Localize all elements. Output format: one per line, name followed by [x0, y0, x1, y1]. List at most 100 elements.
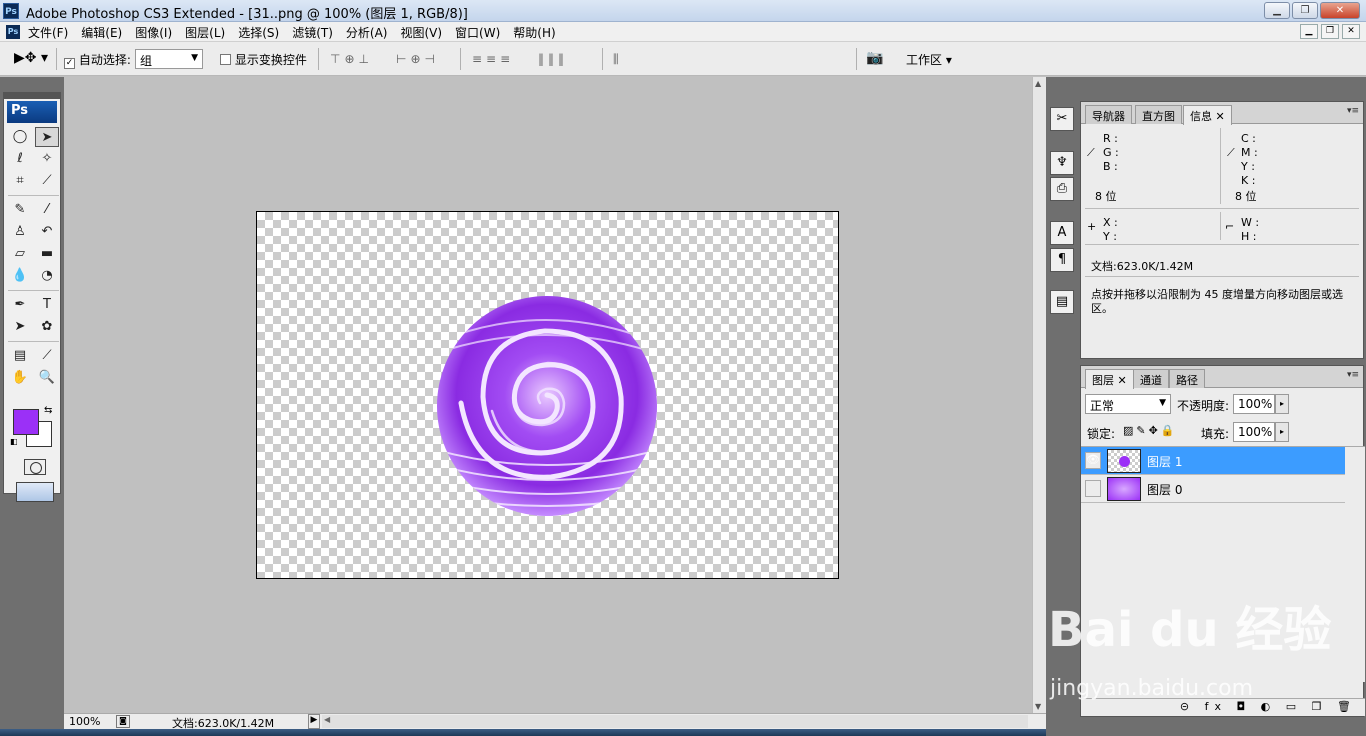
brushes-icon[interactable]: ♆ [1050, 151, 1074, 175]
character-icon[interactable]: A [1050, 221, 1074, 245]
quick-mask-button[interactable] [24, 459, 46, 475]
menu-view[interactable]: 视图(V) [400, 24, 442, 41]
notes-tool-icon[interactable]: ▤ [8, 346, 32, 366]
bridge-icon[interactable]: 📷 [866, 50, 883, 66]
lock-icons[interactable]: ▨✎✥🔒 [1123, 424, 1178, 437]
tab-layers[interactable]: 图层 ✕ [1085, 369, 1134, 389]
panel-menu-icon[interactable]: ▾≡ [1347, 370, 1359, 380]
visibility-eye-icon[interactable]: 👁 [1085, 452, 1101, 469]
pen-tool-icon[interactable]: ✒ [8, 295, 32, 315]
window-title: Adobe Photoshop CS3 Extended - [31..png … [26, 7, 468, 22]
dodge-tool-icon[interactable]: ◔ [35, 266, 59, 286]
type-tool-icon[interactable]: T [35, 295, 59, 315]
doc-close-button[interactable]: ✕ [1342, 24, 1360, 39]
blur-tool-icon[interactable]: 💧 [8, 266, 32, 286]
zoom-tool-icon[interactable]: 🔍 [35, 368, 59, 388]
close-button[interactable]: ✕ [1320, 2, 1360, 19]
lasso-tool-icon[interactable]: ℓ [8, 149, 32, 169]
default-colors-icon[interactable]: ◧ [10, 437, 18, 446]
crop-tool-icon[interactable]: ⌗ [8, 171, 32, 191]
slice-tool-icon[interactable]: ⟋ [35, 171, 59, 191]
hand-tool-icon[interactable]: ✋ [8, 368, 32, 388]
menu-bar: Ps 文件(F) 编辑(E) 图像(I) 图层(L) 选择(S) 滤镜(T) 分… [0, 22, 1366, 42]
align-vertical-buttons[interactable]: ⊤⊕⊥ [330, 52, 373, 66]
layer-row-0[interactable]: 图层 0 [1081, 475, 1345, 503]
eyedropper-tool-icon[interactable]: ⟋ [35, 346, 59, 366]
visibility-toggle[interactable] [1085, 480, 1101, 497]
baidu-watermark-url: jingyan.baidu.com [1050, 676, 1254, 701]
fill-slider-toggle[interactable]: ▸ [1275, 422, 1289, 442]
tab-paths[interactable]: 路径 [1169, 369, 1205, 388]
menu-analysis[interactable]: 分析(A) [346, 24, 388, 41]
move-tool-icon[interactable]: ➤ [35, 127, 59, 147]
screen-mode-button[interactable] [16, 482, 54, 502]
gradient-tool-icon[interactable]: ▬ [35, 244, 59, 264]
scroll-up-icon[interactable]: ▲ [1035, 79, 1041, 88]
clone-stamp-tool-icon[interactable]: ♙ [8, 222, 32, 242]
opacity-input[interactable]: 100% [1233, 394, 1275, 414]
move-tool-preset-icon[interactable]: ▶✥ ▾ [14, 50, 48, 66]
healing-brush-tool-icon[interactable]: ✎ [8, 200, 32, 220]
status-menu-arrow-icon[interactable]: ▶ [308, 714, 320, 729]
doc-minimize-button[interactable]: ▁ [1300, 24, 1318, 39]
align-horizontal-buttons[interactable]: ⊢⊕⊣ [396, 52, 439, 66]
tool-presets-icon[interactable]: ✂ [1050, 107, 1074, 131]
opacity-slider-toggle[interactable]: ▸ [1275, 394, 1289, 414]
scroll-down-icon[interactable]: ▼ [1035, 702, 1041, 711]
show-transform-checkbox[interactable]: 显示变换控件 [220, 51, 307, 68]
history-brush-tool-icon[interactable]: ↶ [35, 222, 59, 242]
fill-input[interactable]: 100% [1233, 422, 1275, 442]
maximize-button[interactable]: ❐ [1292, 2, 1318, 19]
checkbox-icon[interactable]: ✓ [64, 58, 75, 69]
document-icon[interactable]: Ps [6, 25, 20, 39]
zoom-level[interactable]: 100% [69, 715, 100, 728]
g-label: G : [1103, 146, 1119, 159]
tab-channels[interactable]: 通道 [1133, 369, 1169, 388]
horizontal-scrollbar[interactable]: ◀ [322, 715, 1028, 728]
eraser-tool-icon[interactable]: ▱ [8, 244, 32, 264]
paragraph-icon[interactable]: ¶ [1050, 248, 1074, 272]
status-options-icon[interactable]: ◙ [116, 715, 130, 728]
minimize-button[interactable]: ▁ [1264, 2, 1290, 19]
layer-action-icons[interactable]: ⊝ fx ◘ ◐ ▭ ❒ 🗑 [1180, 700, 1357, 713]
path-selection-tool-icon[interactable]: ➤ [8, 317, 32, 337]
toolbox-grip[interactable] [4, 93, 60, 99]
menu-select[interactable]: 选择(S) [238, 24, 279, 41]
tab-navigator[interactable]: 导航器 [1085, 105, 1132, 124]
blend-mode-dropdown[interactable]: 正常 ▼ [1085, 394, 1171, 414]
menu-file[interactable]: 文件(F) [28, 24, 68, 41]
magic-wand-tool-icon[interactable]: ✧ [35, 149, 59, 169]
layer-row-1[interactable]: 👁 图层 1 [1081, 447, 1345, 475]
document-canvas[interactable] [256, 211, 839, 579]
auto-align-button[interactable]: ⫼ [613, 52, 623, 67]
tab-histogram[interactable]: 直方图 [1135, 105, 1182, 124]
menu-edit[interactable]: 编辑(E) [81, 24, 122, 41]
brush-tool-icon[interactable]: ⁄ [35, 200, 59, 220]
distribute-horizontal-buttons[interactable]: ‖‖‖ [538, 52, 568, 66]
panel-menu-icon[interactable]: ▾≡ [1347, 106, 1359, 116]
close-tab-icon[interactable]: ✕ [1118, 374, 1127, 387]
swap-colors-icon[interactable]: ⇆ [44, 405, 52, 416]
distribute-vertical-buttons[interactable]: ≡≡≡ [472, 52, 514, 66]
doc-restore-button[interactable]: ❐ [1321, 24, 1339, 39]
foreground-color-swatch[interactable] [13, 409, 39, 435]
close-tab-icon[interactable]: ✕ [1216, 110, 1225, 123]
vertical-scrollbar[interactable]: ▲ ▼ [1032, 77, 1046, 713]
canvas-workspace[interactable] [64, 77, 1032, 713]
auto-select-checkbox[interactable]: ✓ 自动选择: [64, 51, 131, 69]
menu-image[interactable]: 图像(I) [135, 24, 172, 41]
tab-info[interactable]: 信息 ✕ [1183, 105, 1232, 125]
marquee-tool-icon[interactable]: ◯ [8, 127, 32, 147]
workspace-menu-button[interactable]: 工作区 ▾ [906, 51, 952, 68]
menu-help[interactable]: 帮助(H) [513, 24, 555, 41]
layer-comps-icon[interactable]: ▤ [1050, 290, 1074, 314]
checkbox-icon[interactable] [220, 54, 231, 65]
menu-window[interactable]: 窗口(W) [455, 24, 500, 41]
auto-select-dropdown[interactable]: 组 ▼ [135, 49, 203, 69]
h-label: H : [1241, 230, 1257, 243]
menu-layer[interactable]: 图层(L) [185, 24, 225, 41]
selection-size-icon: ⌐ [1225, 220, 1235, 233]
custom-shape-tool-icon[interactable]: ✿ [35, 317, 59, 337]
menu-filter[interactable]: 滤镜(T) [292, 24, 333, 41]
clone-source-icon[interactable]: ⎙ [1050, 177, 1074, 201]
